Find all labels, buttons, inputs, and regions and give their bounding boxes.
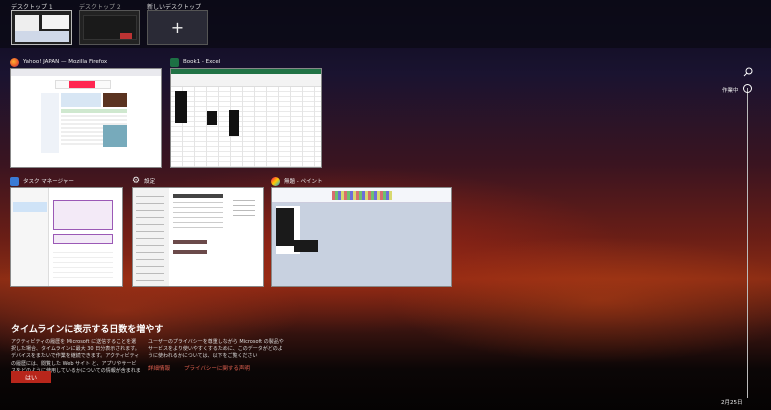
window-title: タスク マネージャー xyxy=(23,179,74,185)
firefox-icon xyxy=(10,57,19,67)
window-task-manager[interactable]: タスク マネージャー xyxy=(10,174,123,287)
new-desktop[interactable]: 新しいデスクトップ + xyxy=(147,2,208,45)
learn-more-link[interactable]: 詳細情報 xyxy=(148,364,170,372)
new-desktop-button[interactable]: + xyxy=(147,10,208,45)
desktop-2-label: デスクトップ 2 xyxy=(79,4,121,11)
virtual-desktop-bar: デスクトップ 1 デスクトップ 2 新しいデスクトップ + xyxy=(0,0,771,48)
excel-thumbnail[interactable] xyxy=(170,68,322,168)
desktop-1-label: デスクトップ 1 xyxy=(11,4,53,11)
promo-description-right: ユーザーのプライバシーを尊重しながら Microsoft の製品やサービスをより… xyxy=(148,339,284,360)
plus-icon: + xyxy=(170,18,185,37)
paint-icon xyxy=(271,176,280,186)
gear-icon: ⚙ xyxy=(132,175,141,186)
task-manager-thumbnail[interactable] xyxy=(10,187,123,287)
window-settings[interactable]: ⚙ 設定 xyxy=(132,174,264,287)
timeline-handle[interactable] xyxy=(743,84,752,93)
window-title: 設定 xyxy=(144,179,156,185)
desktop-2-thumbnail[interactable] xyxy=(79,10,140,45)
window-title: Yahoo! JAPAN — Mozilla Firefox xyxy=(23,59,108,65)
window-paint[interactable]: 無題 - ペイント xyxy=(271,174,452,287)
desktop-1[interactable]: デスクトップ 1 xyxy=(11,2,72,45)
excel-icon xyxy=(170,57,179,67)
desktop-2[interactable]: デスクトップ 2 xyxy=(79,2,140,45)
timeline-date-label: 2月25日 xyxy=(721,400,743,406)
desktop-1-thumbnail[interactable] xyxy=(11,10,72,45)
promo-title: タイムラインに表示する日数を増やす xyxy=(11,325,164,335)
timeline-now-label: 作業中 xyxy=(722,88,739,94)
settings-thumbnail[interactable] xyxy=(132,187,264,287)
new-desktop-label: 新しいデスクトップ xyxy=(147,4,202,11)
window-title: 無題 - ペイント xyxy=(284,179,323,185)
privacy-statement-link[interactable]: プライバシーに関する声明 xyxy=(184,364,250,372)
task-manager-icon xyxy=(10,176,19,186)
paint-thumbnail[interactable] xyxy=(271,187,452,287)
window-title: Book1 - Excel xyxy=(183,59,221,65)
firefox-thumbnail[interactable] xyxy=(10,68,162,168)
yes-button[interactable]: はい xyxy=(11,371,51,383)
window-firefox[interactable]: Yahoo! JAPAN — Mozilla Firefox xyxy=(10,55,162,168)
search-icon[interactable] xyxy=(743,67,753,77)
window-excel[interactable]: Book1 - Excel xyxy=(170,55,322,168)
timeline-scrollbar[interactable] xyxy=(747,88,748,398)
